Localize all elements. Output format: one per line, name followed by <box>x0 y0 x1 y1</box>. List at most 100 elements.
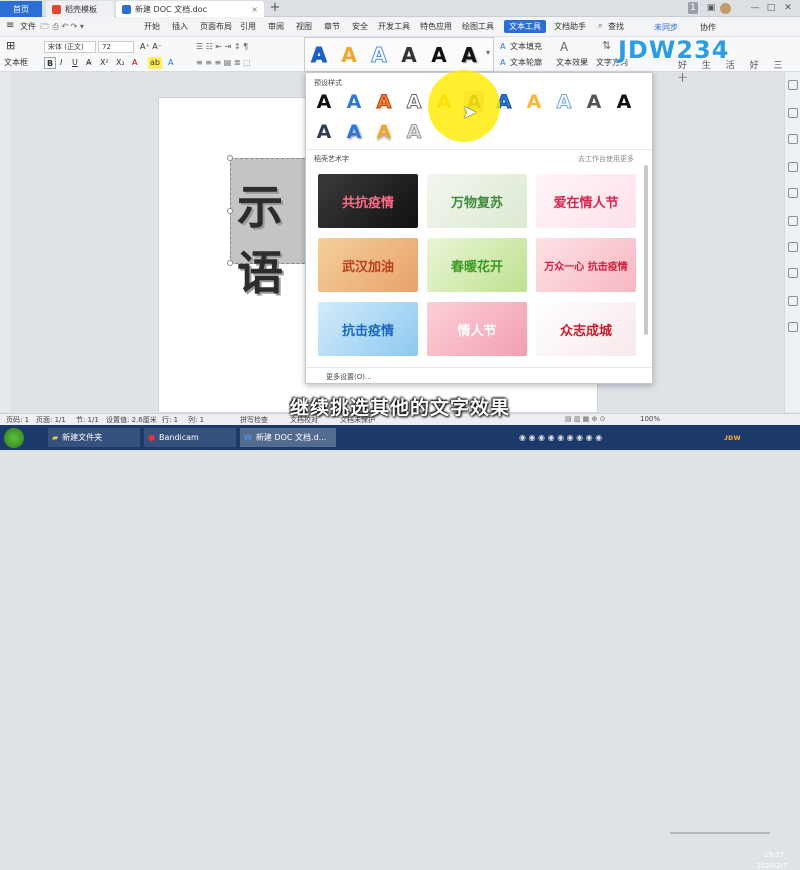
menu-chapter[interactable]: 章节 <box>324 21 340 32</box>
preset-style-a9[interactable]: A <box>554 91 574 114</box>
start-button[interactable] <box>4 428 24 448</box>
art-card-3[interactable]: 爱在情人节 <box>536 174 636 228</box>
style-swatch-4[interactable]: A <box>398 43 420 67</box>
maximize-icon[interactable]: □ <box>764 2 778 14</box>
style-swatch-6[interactable]: A <box>458 43 480 67</box>
menu-start[interactable]: 开始 <box>144 21 160 32</box>
preset-style-a4[interactable]: A <box>404 91 424 114</box>
zoom-slider[interactable] <box>670 832 770 834</box>
preset-style-a2[interactable]: A <box>344 91 364 113</box>
text-fill-icon[interactable]: A <box>500 41 505 53</box>
notification-icon[interactable]: 1 <box>688 2 698 14</box>
taskbar-bandicam[interactable]: ● Bandicam <box>144 428 236 447</box>
art-card-2[interactable]: 万物复苏 <box>427 174 527 228</box>
art-card-4[interactable]: 武汉加油 <box>318 238 418 292</box>
sidebar-format-icon[interactable] <box>788 162 798 172</box>
resize-handle[interactable] <box>227 208 233 214</box>
zoom-level[interactable]: 100% <box>640 415 660 423</box>
preset-style-a14[interactable]: A <box>374 121 394 143</box>
minimize-icon[interactable]: — <box>748 2 762 14</box>
sidebar-nav-icon[interactable] <box>788 80 798 90</box>
menu-security[interactable]: 安全 <box>352 21 368 32</box>
style-swatch-5[interactable]: A <box>428 43 450 67</box>
text-outline-icon[interactable]: A <box>500 57 505 69</box>
taskbar-wps[interactable]: W 新建 DOC 文档.d... <box>240 428 336 447</box>
style-swatch-2[interactable]: A <box>338 43 360 67</box>
sidebar-help-icon[interactable] <box>788 296 798 306</box>
italic-button[interactable]: I <box>60 57 62 69</box>
close-tab-icon[interactable]: × <box>251 5 258 14</box>
view-mode-icons[interactable]: ▤ ▥ ▦ ⊕ ⊙ <box>565 415 605 423</box>
menu-layout[interactable]: 页面布局 <box>200 21 232 32</box>
more-templates-link[interactable]: 去工作台使用更多 <box>578 154 634 164</box>
preset-style-a1[interactable]: A <box>314 91 334 113</box>
style-swatch-3[interactable]: A <box>368 43 390 68</box>
collab-button[interactable]: 协作 <box>700 22 716 33</box>
grow-font-icon[interactable]: A⁺ A⁻ <box>140 41 162 53</box>
new-tab-button[interactable]: + <box>268 1 282 16</box>
menu-text-tools[interactable]: 文本工具 <box>504 20 546 33</box>
text-outline-button[interactable]: 文本轮廓 <box>510 57 542 69</box>
char-shading-button[interactable]: A <box>168 57 173 69</box>
textbox-button[interactable]: 文本框 <box>4 57 28 69</box>
art-card-7[interactable]: 抗击疫情 <box>318 302 418 356</box>
sidebar-settings-icon[interactable] <box>788 216 798 226</box>
skin-icon[interactable]: ▣ <box>704 2 718 14</box>
art-card-6[interactable]: 万众一心 抗击疫情 <box>536 238 636 292</box>
preset-style-a11[interactable]: A <box>614 91 634 113</box>
highlight-color-button[interactable]: ab <box>148 57 162 69</box>
superscript-button[interactable]: X² <box>100 57 109 69</box>
taskbar-folder[interactable]: ▰ 新建文件夹 <box>48 428 140 447</box>
menu-features[interactable]: 特色应用 <box>420 21 452 32</box>
text-fill-button[interactable]: 文本填充 <box>510 41 542 53</box>
preset-style-a3[interactable]: A <box>374 91 394 114</box>
sidebar-more-icon[interactable] <box>788 322 798 332</box>
preset-style-a12[interactable]: A <box>314 121 334 143</box>
avatar[interactable] <box>720 3 731 14</box>
font-select[interactable]: 宋体 (正文) <box>44 41 96 53</box>
tab-docer[interactable]: 稻壳模板 <box>46 1 114 17</box>
preset-style-a8[interactable]: A <box>524 91 544 113</box>
style-swatch-1[interactable]: A <box>308 43 330 68</box>
quick-access-icons[interactable]: 🗁 ⎙ ↶ ↷ ▾ <box>40 21 84 35</box>
menu-developer[interactable]: 开发工具 <box>378 21 410 32</box>
text-direction-icon[interactable]: ⇅ <box>602 40 611 52</box>
strikethrough-button[interactable]: A̶ <box>86 57 91 69</box>
tab-home[interactable]: 首页 <box>0 1 42 17</box>
align-icons[interactable]: ≡ ≡ ≡ ▤ ≣ ⬚ <box>196 57 251 69</box>
sidebar-style-icon[interactable] <box>788 108 798 118</box>
menu-review[interactable]: 审阅 <box>268 21 284 32</box>
menu-drawing-tools[interactable]: 绘图工具 <box>462 21 494 32</box>
menu-references[interactable]: 引用 <box>240 21 256 32</box>
sidebar-share-icon[interactable] <box>788 268 798 278</box>
tray-icons[interactable]: ◉ ◉ ◉ ◉ ◉ ◉ ◉ ◉ ◉ <box>515 428 606 447</box>
unsync-status[interactable]: 未同步 <box>654 22 678 33</box>
font-size-select[interactable]: 72 <box>98 41 134 53</box>
list-icons[interactable]: ☰ ☷ ⇤ ⇥ ↕ ¶ <box>196 41 248 53</box>
underline-button[interactable]: U <box>72 57 78 69</box>
bold-button[interactable]: B <box>44 57 57 69</box>
font-color-button[interactable]: A <box>132 57 137 69</box>
preset-style-a10[interactable]: A <box>584 91 604 113</box>
preset-style-a15[interactable]: A <box>404 121 424 144</box>
tab-document[interactable]: 新建 DOC 文档.doc × <box>116 1 264 17</box>
art-card-8[interactable]: 情人节 <box>427 302 527 356</box>
close-icon[interactable]: ✕ <box>781 2 795 14</box>
text-effect-button[interactable]: 文本效果 <box>556 57 588 69</box>
menu-doc-assistant[interactable]: 文档助手 <box>554 21 586 32</box>
menu-file[interactable]: 文件 <box>20 21 36 32</box>
search-label[interactable]: 查找 <box>608 21 624 32</box>
preset-style-a13[interactable]: A <box>344 121 364 143</box>
search-icon[interactable]: ⌕ <box>598 21 602 31</box>
sidebar-shape-icon[interactable] <box>788 188 798 198</box>
art-card-5[interactable]: 春暖花开 <box>427 238 527 292</box>
sidebar-select-icon[interactable] <box>788 134 798 144</box>
subscript-button[interactable]: X₂ <box>116 57 125 69</box>
more-settings-button[interactable]: 更多设置(O)... <box>326 372 372 382</box>
art-card-9[interactable]: 众志成城 <box>536 302 636 356</box>
menu-insert[interactable]: 插入 <box>172 21 188 32</box>
menu-view[interactable]: 视图 <box>296 21 312 32</box>
text-effect-icon[interactable]: A <box>560 41 568 53</box>
textbox-icon[interactable]: ⊞ <box>6 40 15 52</box>
resize-handle[interactable] <box>227 260 233 266</box>
